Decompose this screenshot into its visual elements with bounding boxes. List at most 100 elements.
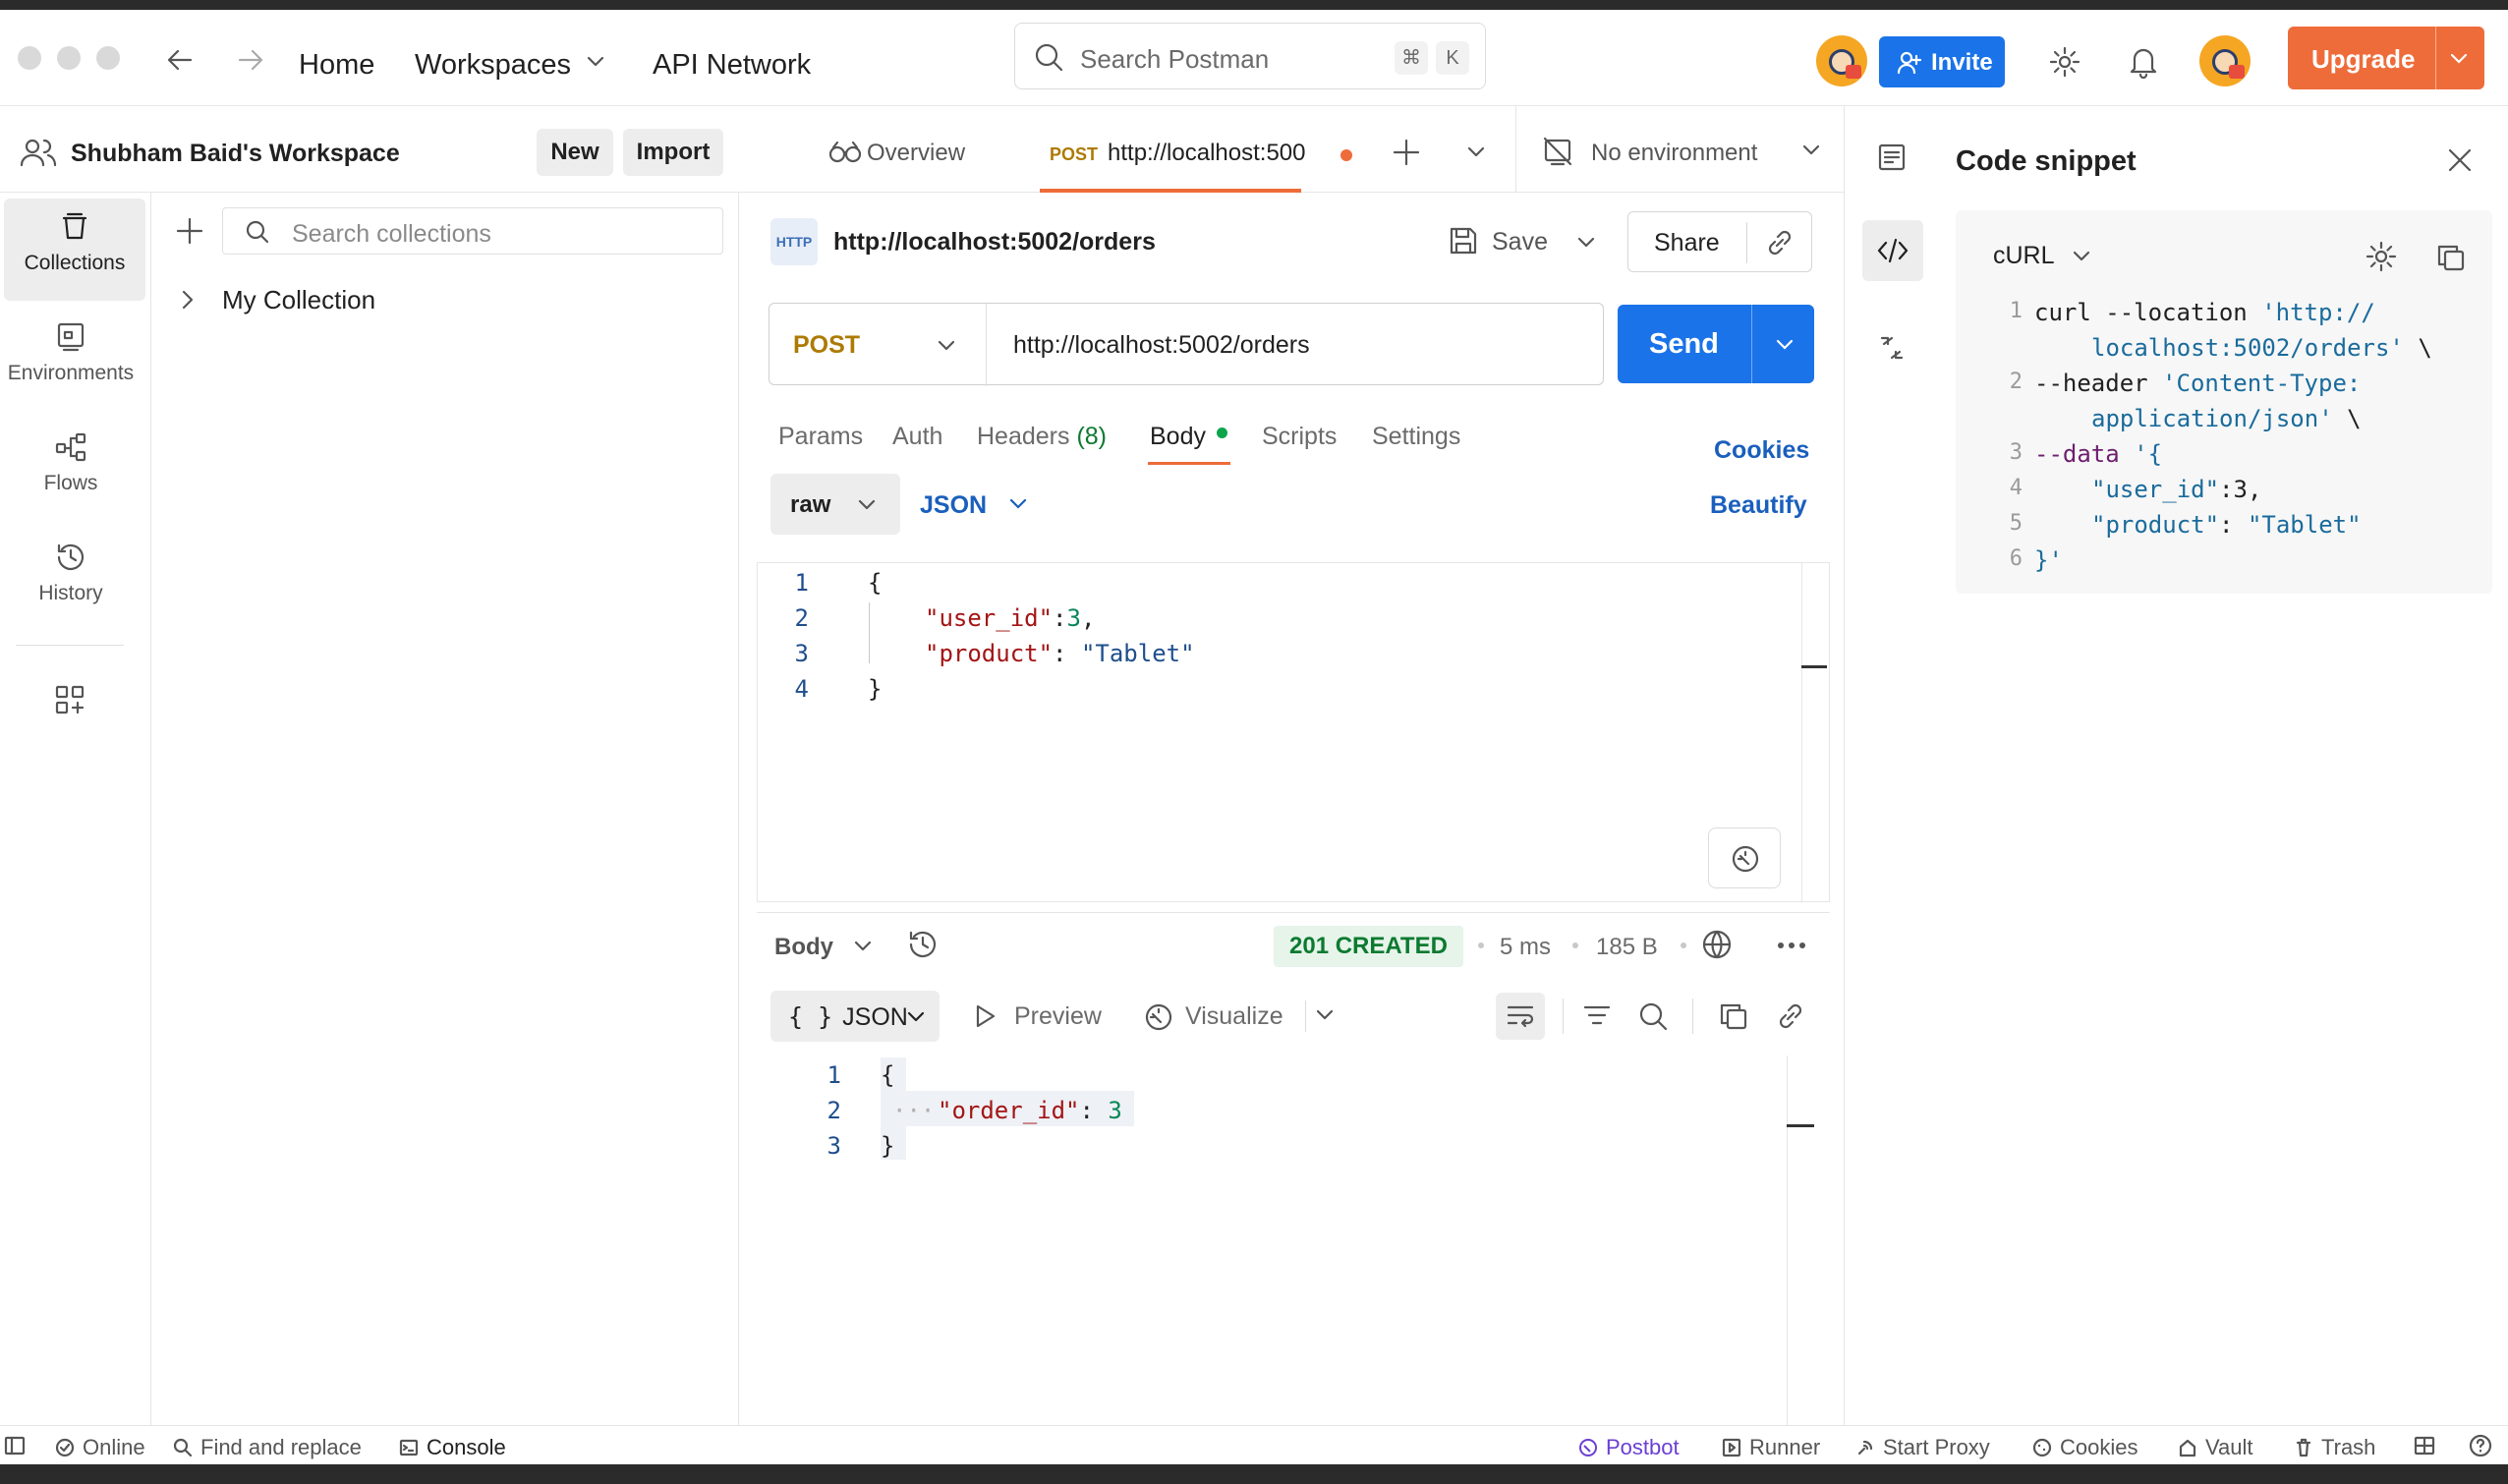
visualize-icon[interactable]: [1142, 1000, 1175, 1032]
toggle-sidebar-icon[interactable]: [4, 1436, 26, 1455]
request-title[interactable]: http://localhost:5002/orders: [833, 228, 1156, 257]
close-icon[interactable]: [2447, 147, 2473, 173]
new-button[interactable]: New: [537, 129, 613, 176]
help-icon[interactable]: [2469, 1434, 2492, 1457]
tab-settings[interactable]: Settings: [1372, 423, 1460, 451]
copy-link-icon[interactable]: [1764, 227, 1796, 258]
nav-home[interactable]: Home: [299, 49, 374, 82]
chevron-down-icon[interactable]: [586, 55, 605, 69]
upgrade-button[interactable]: Upgrade: [2288, 27, 2484, 89]
response-history-icon[interactable]: [906, 928, 940, 961]
runner-button[interactable]: Runner: [1722, 1435, 1820, 1460]
sidebar-item-flows[interactable]: Flows: [0, 419, 142, 521]
tab-overview[interactable]: Overview: [867, 140, 965, 167]
chevron-down-icon[interactable]: [2072, 250, 2091, 263]
snippet-settings-gear-icon[interactable]: [2365, 240, 2398, 273]
sidebar-item-environments[interactable]: Environments: [0, 309, 142, 411]
response-chevron-down-icon[interactable]: [853, 940, 873, 953]
response-link-icon[interactable]: [1775, 1000, 1806, 1032]
response-body-tab[interactable]: Body: [774, 934, 833, 961]
add-collection-plus-icon[interactable]: [175, 216, 204, 246]
sidebar-item-history[interactable]: History: [0, 529, 142, 631]
find-and-replace-button[interactable]: Find and replace: [173, 1435, 362, 1460]
response-scroll-thumb[interactable]: [1787, 1124, 1814, 1127]
body-mode-select[interactable]: raw: [770, 474, 900, 535]
save-chevron-down-icon[interactable]: [1576, 236, 1596, 250]
back-arrow-icon[interactable]: [165, 45, 195, 75]
chevron-down-icon[interactable]: [1801, 143, 1821, 157]
language-chevron-down-icon[interactable]: [1008, 497, 1028, 511]
window-zoom-button[interactable]: [96, 46, 120, 70]
nav-workspaces[interactable]: Workspaces: [415, 49, 571, 82]
send-button[interactable]: Send: [1618, 305, 1814, 383]
preview-play-icon[interactable]: [973, 1002, 998, 1030]
tab-headers[interactable]: Headers (8): [977, 423, 1107, 451]
tab-body[interactable]: Body: [1150, 423, 1206, 451]
layout-toggle-icon[interactable]: [2414, 1436, 2435, 1455]
filter-icon[interactable]: [1582, 1002, 1612, 1030]
documentation-icon[interactable]: [1876, 142, 1908, 173]
copy-snippet-icon[interactable]: [2435, 242, 2467, 273]
window-minimize-button[interactable]: [57, 46, 81, 70]
body-language-select[interactable]: JSON: [920, 491, 987, 520]
global-search-input[interactable]: Search Postman ⌘ K: [1014, 23, 1486, 89]
trash-button[interactable]: Trash: [2294, 1435, 2375, 1460]
url-input[interactable]: http://localhost:5002/orders: [1013, 331, 1310, 360]
preview-button[interactable]: Preview: [1014, 1002, 1102, 1031]
status-badge[interactable]: 201 CREATED: [1274, 926, 1463, 967]
start-proxy-button[interactable]: Start Proxy: [1855, 1435, 1990, 1460]
environment-selector[interactable]: No environment: [1515, 106, 1844, 193]
tab-post-request[interactable]: POST http://localhost:500: [1050, 140, 1305, 167]
window-close-button[interactable]: [18, 46, 41, 70]
import-button[interactable]: Import: [623, 129, 723, 176]
search-collections-input[interactable]: Search collections: [222, 207, 723, 255]
team-avatar[interactable]: [1816, 35, 1867, 86]
save-disk-icon[interactable]: [1447, 224, 1480, 257]
snippet-language-select[interactable]: cURL: [1993, 242, 2055, 270]
tab-auth[interactable]: Auth: [892, 423, 942, 451]
vault-button[interactable]: Vault: [2178, 1435, 2253, 1460]
copy-response-icon[interactable]: [1718, 1000, 1749, 1032]
response-format-select[interactable]: { } JSON: [770, 991, 940, 1042]
search-response-icon[interactable]: [1637, 1000, 1669, 1032]
wrap-lines-button[interactable]: [1496, 993, 1545, 1040]
workspace-name[interactable]: Shubham Baid's Workspace: [71, 140, 400, 168]
network-globe-icon[interactable]: [1700, 928, 1734, 961]
settings-gear-icon[interactable]: [2048, 45, 2081, 79]
cookies-link[interactable]: Cookies: [1714, 436, 1809, 465]
save-button[interactable]: Save: [1492, 228, 1548, 257]
share-button[interactable]: Share: [1627, 211, 1812, 272]
beautify-link[interactable]: Beautify: [1710, 491, 1807, 520]
scroll-thumb[interactable]: [1801, 665, 1827, 668]
request-body-editor[interactable]: 1 { 2 "user_id":3, 3 "product": "Tablet"…: [757, 562, 1830, 903]
method-chevron-down-icon[interactable]: [937, 339, 956, 353]
tabs-chevron-down-icon[interactable]: [1466, 145, 1486, 159]
notifications-bell-icon[interactable]: [2129, 45, 2158, 79]
user-avatar[interactable]: [2199, 35, 2251, 86]
sidebar-item-collections[interactable]: Collections: [4, 199, 145, 301]
postbot-button[interactable]: Postbot: [1578, 1435, 1680, 1460]
chevron-right-icon[interactable]: [181, 289, 195, 311]
more-options-icon[interactable]: [1777, 942, 1806, 949]
response-size[interactable]: 185 B: [1596, 934, 1658, 961]
code-snippet-tab[interactable]: [1862, 220, 1923, 281]
collection-item[interactable]: My Collection: [222, 285, 375, 315]
new-tab-plus-icon[interactable]: [1392, 138, 1421, 167]
response-time[interactable]: 5 ms: [1500, 934, 1551, 961]
configure-sidebar-grid-icon[interactable]: [54, 684, 86, 715]
tab-scripts[interactable]: Scripts: [1262, 423, 1337, 451]
cookies-button[interactable]: Cookies: [2032, 1435, 2138, 1460]
visualize-button[interactable]: Visualize: [1185, 1002, 1283, 1031]
nav-api-network[interactable]: API Network: [653, 49, 811, 82]
related-collections-icon[interactable]: [1878, 334, 1906, 362]
console-button[interactable]: Console: [399, 1435, 506, 1460]
visualize-chevron-down-icon[interactable]: [1315, 1008, 1335, 1022]
upgrade-chevron-down-icon[interactable]: [2449, 52, 2469, 66]
send-chevron-down-icon[interactable]: [1775, 338, 1795, 352]
tab-params[interactable]: Params: [778, 423, 863, 451]
postbot-assist-button[interactable]: [1708, 828, 1781, 888]
method-select[interactable]: POST: [793, 331, 860, 360]
online-status[interactable]: Online: [55, 1435, 145, 1460]
forward-arrow-icon[interactable]: [236, 45, 265, 75]
invite-button[interactable]: Invite: [1879, 36, 2005, 87]
